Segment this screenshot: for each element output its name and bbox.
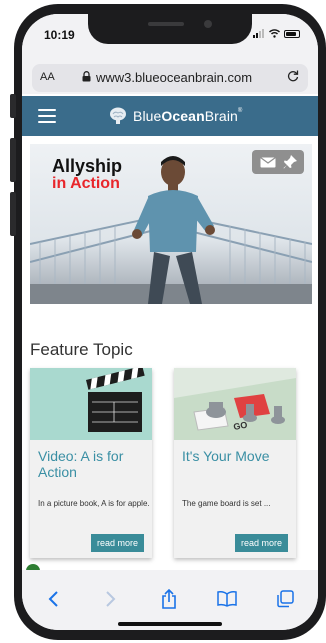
- site-logo[interactable]: BlueOceanBrain®: [108, 106, 242, 126]
- phone-frame: 10:19 AA www3.blueoceanbrain.com BlueOce…: [10, 4, 326, 640]
- status-time: 10:19: [44, 28, 75, 42]
- registered-mark: ®: [237, 108, 243, 114]
- share-icon[interactable]: [158, 588, 180, 610]
- read-more-button[interactable]: read more: [234, 534, 288, 552]
- text-size-button[interactable]: AA: [40, 71, 55, 83]
- feature-card[interactable]: GO It's Your Move The game board is set …: [174, 368, 296, 558]
- clapperboard-icon: [30, 368, 152, 440]
- brain-logo-icon: [110, 107, 126, 124]
- url-text: www3.blueoceanbrain.com: [96, 70, 253, 85]
- site-header: BlueOceanBrain®: [22, 96, 318, 136]
- signal-icon: [253, 29, 264, 38]
- browser-address-bar: AA www3.blueoceanbrain.com: [22, 62, 318, 94]
- section-title: Feature Topic: [30, 340, 133, 359]
- phone-screen: 10:19 AA www3.blueoceanbrain.com BlueOce…: [22, 14, 318, 630]
- hero-banner[interactable]: Allyship in Action: [30, 144, 312, 304]
- silent-switch: [10, 94, 16, 118]
- lock-icon: [82, 71, 91, 82]
- card-excerpt: The game board is set ...: [182, 499, 271, 508]
- feature-card[interactable]: Video: A is for Action In a picture book…: [30, 368, 152, 558]
- brand-name: BlueOceanBrain®: [133, 108, 243, 124]
- hero-title: Allyship in Action: [52, 156, 123, 192]
- hero-title-line2: in Action: [52, 175, 120, 192]
- notch: [88, 14, 252, 44]
- status-bar: 10:19: [22, 14, 318, 62]
- browser-toolbar: [22, 570, 318, 630]
- front-camera: [204, 20, 212, 28]
- menu-icon[interactable]: [38, 109, 56, 123]
- board-game-icon: GO: [174, 368, 296, 440]
- status-icons: [253, 29, 300, 38]
- card-title[interactable]: It's Your Move: [182, 448, 292, 464]
- hero-title-line1: Allyship: [52, 156, 123, 176]
- url-field[interactable]: AA www3.blueoceanbrain.com: [32, 64, 308, 92]
- card-excerpt: In a picture book, A is for apple.: [38, 499, 150, 508]
- card-title[interactable]: Video: A is for Action: [38, 448, 148, 480]
- back-icon[interactable]: [42, 588, 64, 610]
- home-indicator: [118, 622, 222, 626]
- read-more-button[interactable]: read more: [90, 534, 144, 552]
- card-image: GO: [174, 368, 296, 440]
- hero-action-badge: [252, 150, 304, 174]
- forward-icon[interactable]: [100, 588, 122, 610]
- volume-down-button: [10, 192, 16, 236]
- volume-up-button: [10, 138, 16, 182]
- speaker-grille: [148, 22, 184, 26]
- bookmarks-icon[interactable]: [216, 588, 238, 610]
- card-image: [30, 368, 152, 440]
- tabs-icon[interactable]: [274, 588, 296, 610]
- battery-icon: [284, 29, 300, 38]
- email-icon[interactable]: [259, 156, 276, 168]
- reload-icon[interactable]: [286, 69, 300, 83]
- wifi-icon: [269, 29, 280, 38]
- pin-icon[interactable]: [283, 155, 297, 169]
